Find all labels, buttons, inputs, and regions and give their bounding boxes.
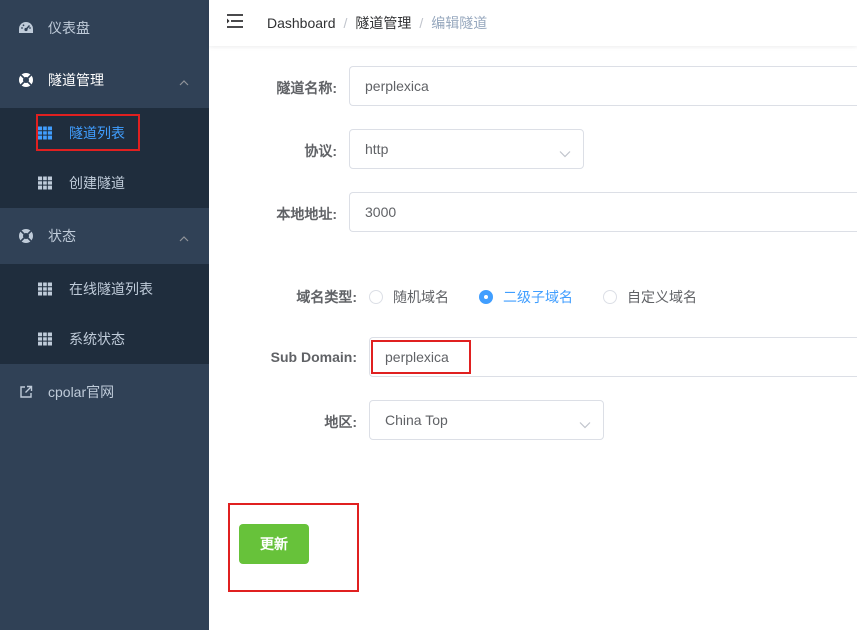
sidebar-item-label: 仪表盘 xyxy=(48,20,90,36)
radio-label: 随机域名 xyxy=(393,289,449,305)
breadcrumb-dashboard[interactable]: Dashboard xyxy=(267,15,336,31)
subdomain-label: Sub Domain: xyxy=(270,349,357,365)
table-grid-icon xyxy=(38,282,52,296)
protocol-select[interactable]: http xyxy=(349,129,584,169)
chevron-up-icon xyxy=(179,75,189,86)
radio-random-domain[interactable]: 随机域名 xyxy=(369,287,449,307)
sidebar-item-dashboard[interactable]: 仪表盘 xyxy=(0,0,209,56)
radio-circle xyxy=(369,290,383,304)
breadcrumb-edit-tunnel: 编辑隧道 xyxy=(431,15,488,31)
table-grid-icon xyxy=(38,176,52,190)
sidebar: 仪表盘 隧道管理 隧道列表 创建隧道 状态 在线隧道列表 系统状态 cpolar… xyxy=(0,0,209,630)
radio-subdomain[interactable]: 二级子域名 xyxy=(479,287,573,307)
table-grid-icon xyxy=(38,126,52,140)
table-grid-icon xyxy=(38,332,52,346)
sidebar-item-status[interactable]: 状态 xyxy=(0,208,209,264)
region-label: 地区: xyxy=(324,414,357,430)
chevron-down-icon xyxy=(559,145,571,158)
hamburger-icon[interactable] xyxy=(226,13,244,29)
domain-type-label: 域名类型: xyxy=(296,289,357,305)
chevron-down-icon xyxy=(579,416,591,429)
sidebar-item-cpolar-website[interactable]: cpolar官网 xyxy=(0,364,209,420)
sidebar-item-label: 在线隧道列表 xyxy=(69,281,153,297)
breadcrumb-separator: / xyxy=(419,15,424,31)
sidebar-item-tunnel-list[interactable]: 隧道列表 xyxy=(0,108,209,158)
sidebar-item-online-tunnels[interactable]: 在线隧道列表 xyxy=(0,264,209,314)
lifebuoy-icon xyxy=(18,72,34,88)
local-address-input[interactable]: 3000 xyxy=(349,192,857,232)
radio-label: 自定义域名 xyxy=(627,289,697,305)
region-select[interactable]: China Top xyxy=(369,400,604,440)
radio-circle xyxy=(603,290,617,304)
sidebar-item-label: 状态 xyxy=(48,228,76,244)
radio-custom-domain[interactable]: 自定义域名 xyxy=(603,287,697,307)
gauge-icon xyxy=(18,20,34,36)
subdomain-value: perplexica xyxy=(385,349,449,365)
subdomain-input[interactable]: perplexica xyxy=(369,337,857,377)
sidebar-item-label: 隧道列表 xyxy=(69,125,125,141)
lifebuoy-icon xyxy=(18,228,34,244)
sidebar-item-system-status[interactable]: 系统状态 xyxy=(0,314,209,364)
local-address-value: 3000 xyxy=(365,204,397,220)
sidebar-item-create-tunnel[interactable]: 创建隧道 xyxy=(0,158,209,208)
submenu-tunnel-management: 隧道列表 创建隧道 xyxy=(0,108,209,208)
submenu-status: 在线隧道列表 系统状态 xyxy=(0,264,209,364)
sidebar-item-label: 创建隧道 xyxy=(69,175,125,191)
tunnel-name-value: perplexica xyxy=(365,78,429,94)
local-address-label: 本地地址: xyxy=(276,206,337,222)
tunnel-name-input[interactable]: perplexica xyxy=(349,66,857,106)
sidebar-item-label: 隧道管理 xyxy=(48,72,104,88)
sidebar-item-label: cpolar官网 xyxy=(48,384,115,400)
chevron-up-icon xyxy=(179,231,189,242)
radio-circle xyxy=(479,290,493,304)
region-value: China Top xyxy=(385,412,448,428)
radio-label: 二级子域名 xyxy=(503,289,573,305)
sidebar-item-tunnel-management[interactable]: 隧道管理 xyxy=(0,52,209,108)
breadcrumb-tunnel-management[interactable]: 隧道管理 xyxy=(355,13,411,33)
sidebar-item-label: 系统状态 xyxy=(69,331,125,347)
external-link-icon xyxy=(18,384,34,400)
tunnel-name-label: 隧道名称: xyxy=(276,80,337,96)
breadcrumb-separator: / xyxy=(343,15,348,31)
breadcrumb: Dashboard / 隧道管理 / 编辑隧道 xyxy=(267,13,487,33)
protocol-label: 协议: xyxy=(304,143,337,159)
navbar: Dashboard / 隧道管理 / 编辑隧道 xyxy=(209,0,857,46)
update-button[interactable]: 更新 xyxy=(239,524,309,564)
protocol-value: http xyxy=(365,141,389,157)
